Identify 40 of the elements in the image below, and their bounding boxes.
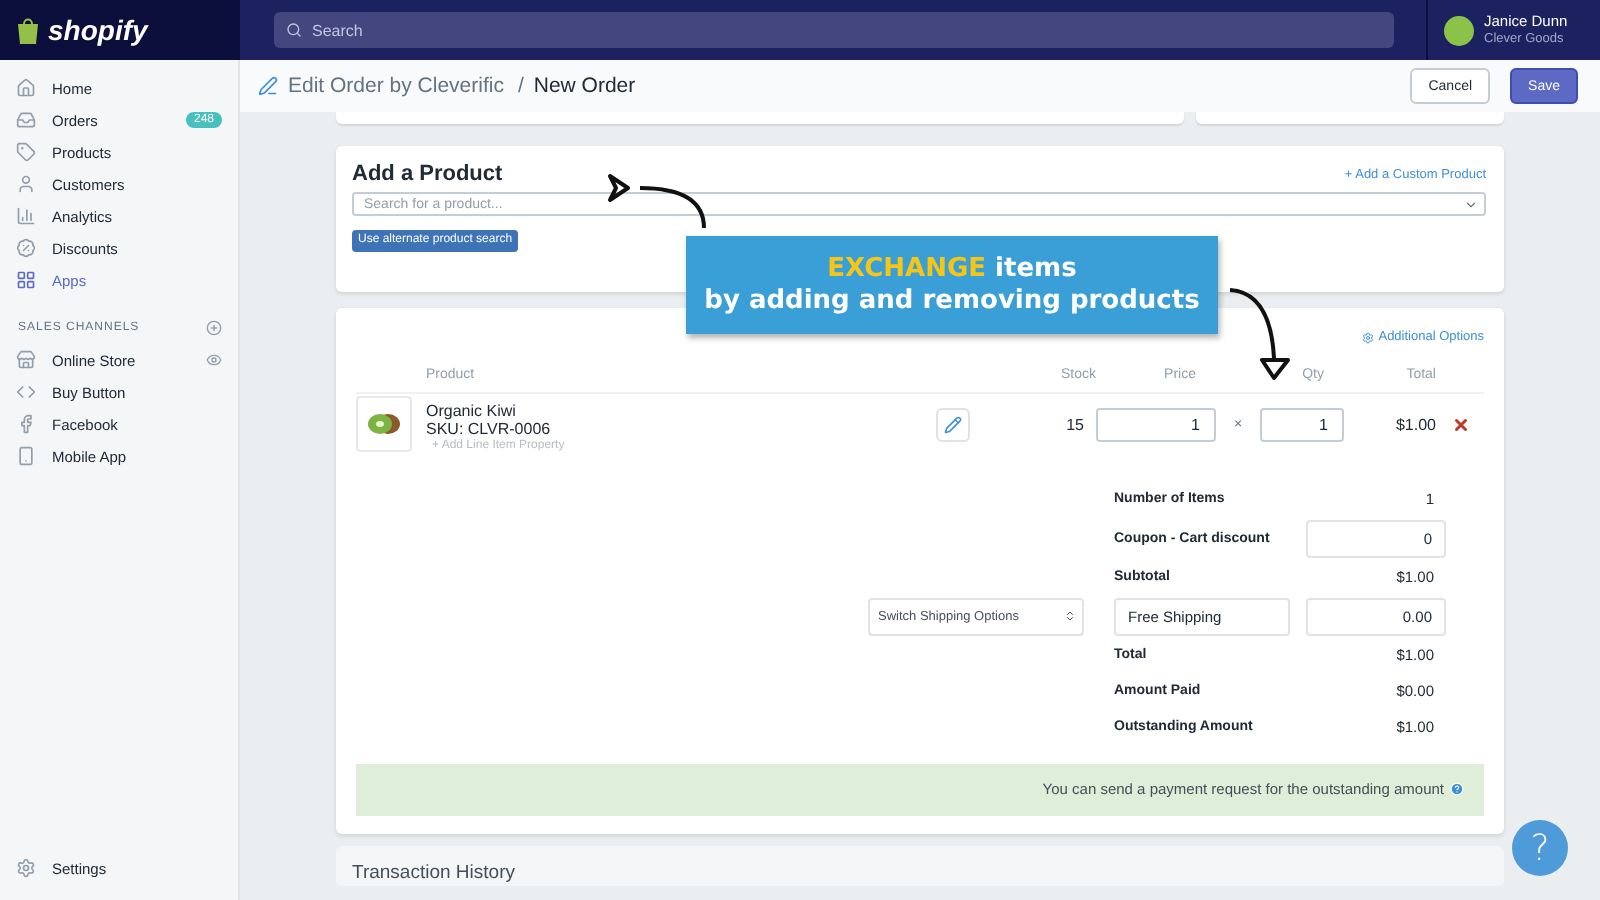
edit-button[interactable] [936, 407, 970, 441]
home-icon [16, 78, 36, 98]
inbox-icon [16, 110, 36, 130]
product-sku: SKU: CLVR-0006 [426, 419, 553, 437]
pencil-icon [944, 415, 962, 433]
bag-logo-icon [16, 16, 40, 44]
card-title: Add a Product [352, 162, 503, 186]
phone-icon [16, 446, 36, 466]
grid-icon [16, 270, 36, 290]
logo-text: shopify [48, 14, 148, 46]
search-icon [286, 22, 302, 38]
settings-icon [16, 858, 36, 878]
curved-arrow [1224, 284, 1292, 384]
qty-input[interactable]: 1 [1260, 407, 1344, 441]
gear-icon [1362, 331, 1375, 343]
avatar[interactable] [1444, 15, 1474, 45]
callout-heading: EXCHANGE items [827, 254, 1077, 284]
breadcrumb-separator: / [517, 74, 524, 98]
help-icon[interactable] [1450, 782, 1464, 796]
code-icon [16, 382, 36, 402]
user-icon [16, 174, 36, 194]
bar-chart-icon [16, 206, 36, 226]
card-title: Transaction History [352, 861, 515, 883]
facebook-icon [16, 414, 36, 434]
tag-icon [16, 142, 36, 162]
page-title: New Order [533, 74, 638, 98]
total-cell-text: $1.00 [1393, 415, 1436, 433]
product-name: Organic Kiwi [426, 401, 518, 419]
store-icon [16, 350, 36, 370]
eye-icon[interactable] [206, 352, 222, 368]
search-field[interactable]: Search [274, 12, 1394, 48]
price-input[interactable]: 1 [1096, 407, 1216, 441]
percent-icon [16, 238, 36, 258]
callout-text: by adding and removing products [704, 286, 1200, 316]
stock-cell-text: 15 [1064, 415, 1086, 433]
app-title: Edit Order by Cleverific [288, 74, 504, 98]
add-icon[interactable] [206, 320, 222, 336]
edit-icon [258, 76, 278, 96]
close-icon [1451, 415, 1469, 433]
caret-icon [1464, 197, 1478, 211]
